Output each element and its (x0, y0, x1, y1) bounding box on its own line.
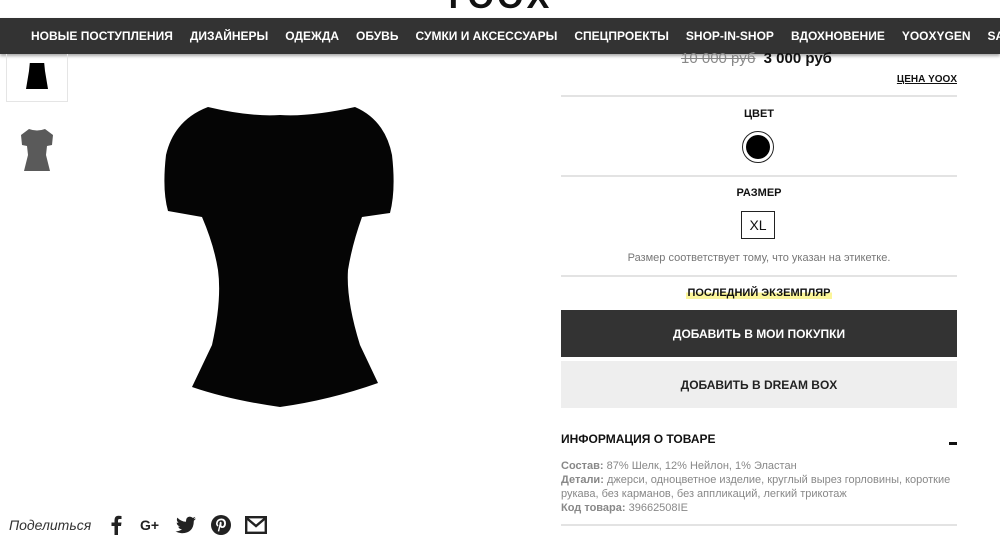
thumbnail-back[interactable] (6, 126, 68, 174)
nav-item-designers[interactable]: ДИЗАЙНЕРЫ (190, 29, 268, 43)
nav-item-bags-accessories[interactable]: СУМКИ И АКСЕССУАРЫ (415, 29, 557, 43)
details-label: Детали: (561, 474, 604, 486)
color-section-title: ЦВЕТ (743, 108, 775, 120)
nav-item-clothing[interactable]: ОДЕЖДА (285, 29, 339, 43)
composition-value: 87% Шелк, 12% Нейлон, 1% Эластан (606, 460, 797, 472)
google-plus-icon[interactable]: G+ (140, 514, 162, 536)
yoox-logo[interactable]: YOOX (442, 0, 552, 17)
nav-item-sale[interactable]: SALE (988, 29, 1000, 43)
thumbnail-gallery (0, 54, 70, 204)
details-value: джерси, одноцветное изделие, круглый выр… (561, 474, 951, 500)
share-label: Поделиться (9, 517, 92, 533)
email-icon[interactable] (245, 514, 268, 536)
add-to-cart-button[interactable]: ДОБАВИТЬ В МОИ ПОКУПКИ (561, 310, 957, 357)
yoox-price-link[interactable]: ЦЕНА YOOX (897, 74, 957, 85)
stock-notice-text: ПОСЛЕДНИЙ ЭКЗЕМПЛЯР (686, 287, 832, 299)
product-info-title[interactable]: ИНФОРМАЦИЯ О ТОВАРЕ (561, 432, 716, 446)
pinterest-icon[interactable] (210, 514, 232, 536)
twitter-icon[interactable] (175, 514, 197, 536)
size-section-title: РАЗМЕР (736, 187, 782, 199)
color-swatch-dot (746, 135, 770, 159)
collapse-icon[interactable] (949, 442, 957, 445)
black-top-image (164, 107, 394, 407)
original-price: 10 000 руб (681, 50, 756, 67)
main-product-image[interactable] (150, 95, 410, 425)
add-to-dreambox-button[interactable]: ДОБАВИТЬ В DREAM BOX (561, 361, 957, 408)
divider-color (561, 175, 957, 177)
composition-label: Состав: (561, 460, 604, 472)
divider-price (561, 95, 957, 97)
product-code-value: 39662508IE (628, 502, 688, 514)
product-code-label: Код товара: (561, 502, 626, 514)
composition-line: Состав: 87% Шелк, 12% Нейлон, 1% Эластан (561, 459, 957, 473)
nav-item-inspiration[interactable]: ВДОХНОВЕНИЕ (791, 29, 885, 43)
top-front-thumbnail-image (26, 62, 48, 89)
thumbnail-front[interactable] (6, 54, 68, 102)
nav-item-special-projects[interactable]: СПЕЦПРОЕКТЫ (574, 29, 669, 43)
price-row: 10 000 руб 3 000 руб (681, 50, 832, 67)
sale-price: 3 000 руб (763, 50, 832, 67)
top-back-thumbnail-image (21, 129, 53, 171)
divider-size (561, 275, 957, 277)
svg-text:G+: G+ (140, 517, 159, 533)
nav-item-yooxygen[interactable]: YOOXYGEN (902, 29, 971, 43)
product-code-line: Код товара: 39662508IE (561, 501, 957, 515)
divider-bottom (561, 524, 957, 526)
details-line: Детали: джерси, одноцветное изделие, кру… (561, 473, 957, 501)
logo-strip: YOOX (0, 0, 1000, 18)
share-bar: Поделиться G+ (9, 514, 280, 536)
size-note: Размер соответствует тому, что указан на… (627, 252, 891, 264)
color-swatch-black[interactable] (742, 131, 774, 163)
facebook-icon[interactable] (105, 514, 127, 536)
nav-item-shop-in-shop[interactable]: SHOP-IN-SHOP (686, 29, 774, 43)
size-option-xl[interactable]: XL (741, 211, 775, 239)
product-details: Состав: 87% Шелк, 12% Нейлон, 1% Эластан… (561, 459, 957, 515)
nav-item-shoes[interactable]: ОБУВЬ (356, 29, 398, 43)
main-navigation: НОВЫЕ ПОСТУПЛЕНИЯ ДИЗАЙНЕРЫ ОДЕЖДА ОБУВЬ… (0, 18, 1000, 54)
stock-notice: ПОСЛЕДНИЙ ЭКЗЕМПЛЯР (561, 287, 957, 299)
nav-item-new-arrivals[interactable]: НОВЫЕ ПОСТУПЛЕНИЯ (31, 29, 173, 43)
